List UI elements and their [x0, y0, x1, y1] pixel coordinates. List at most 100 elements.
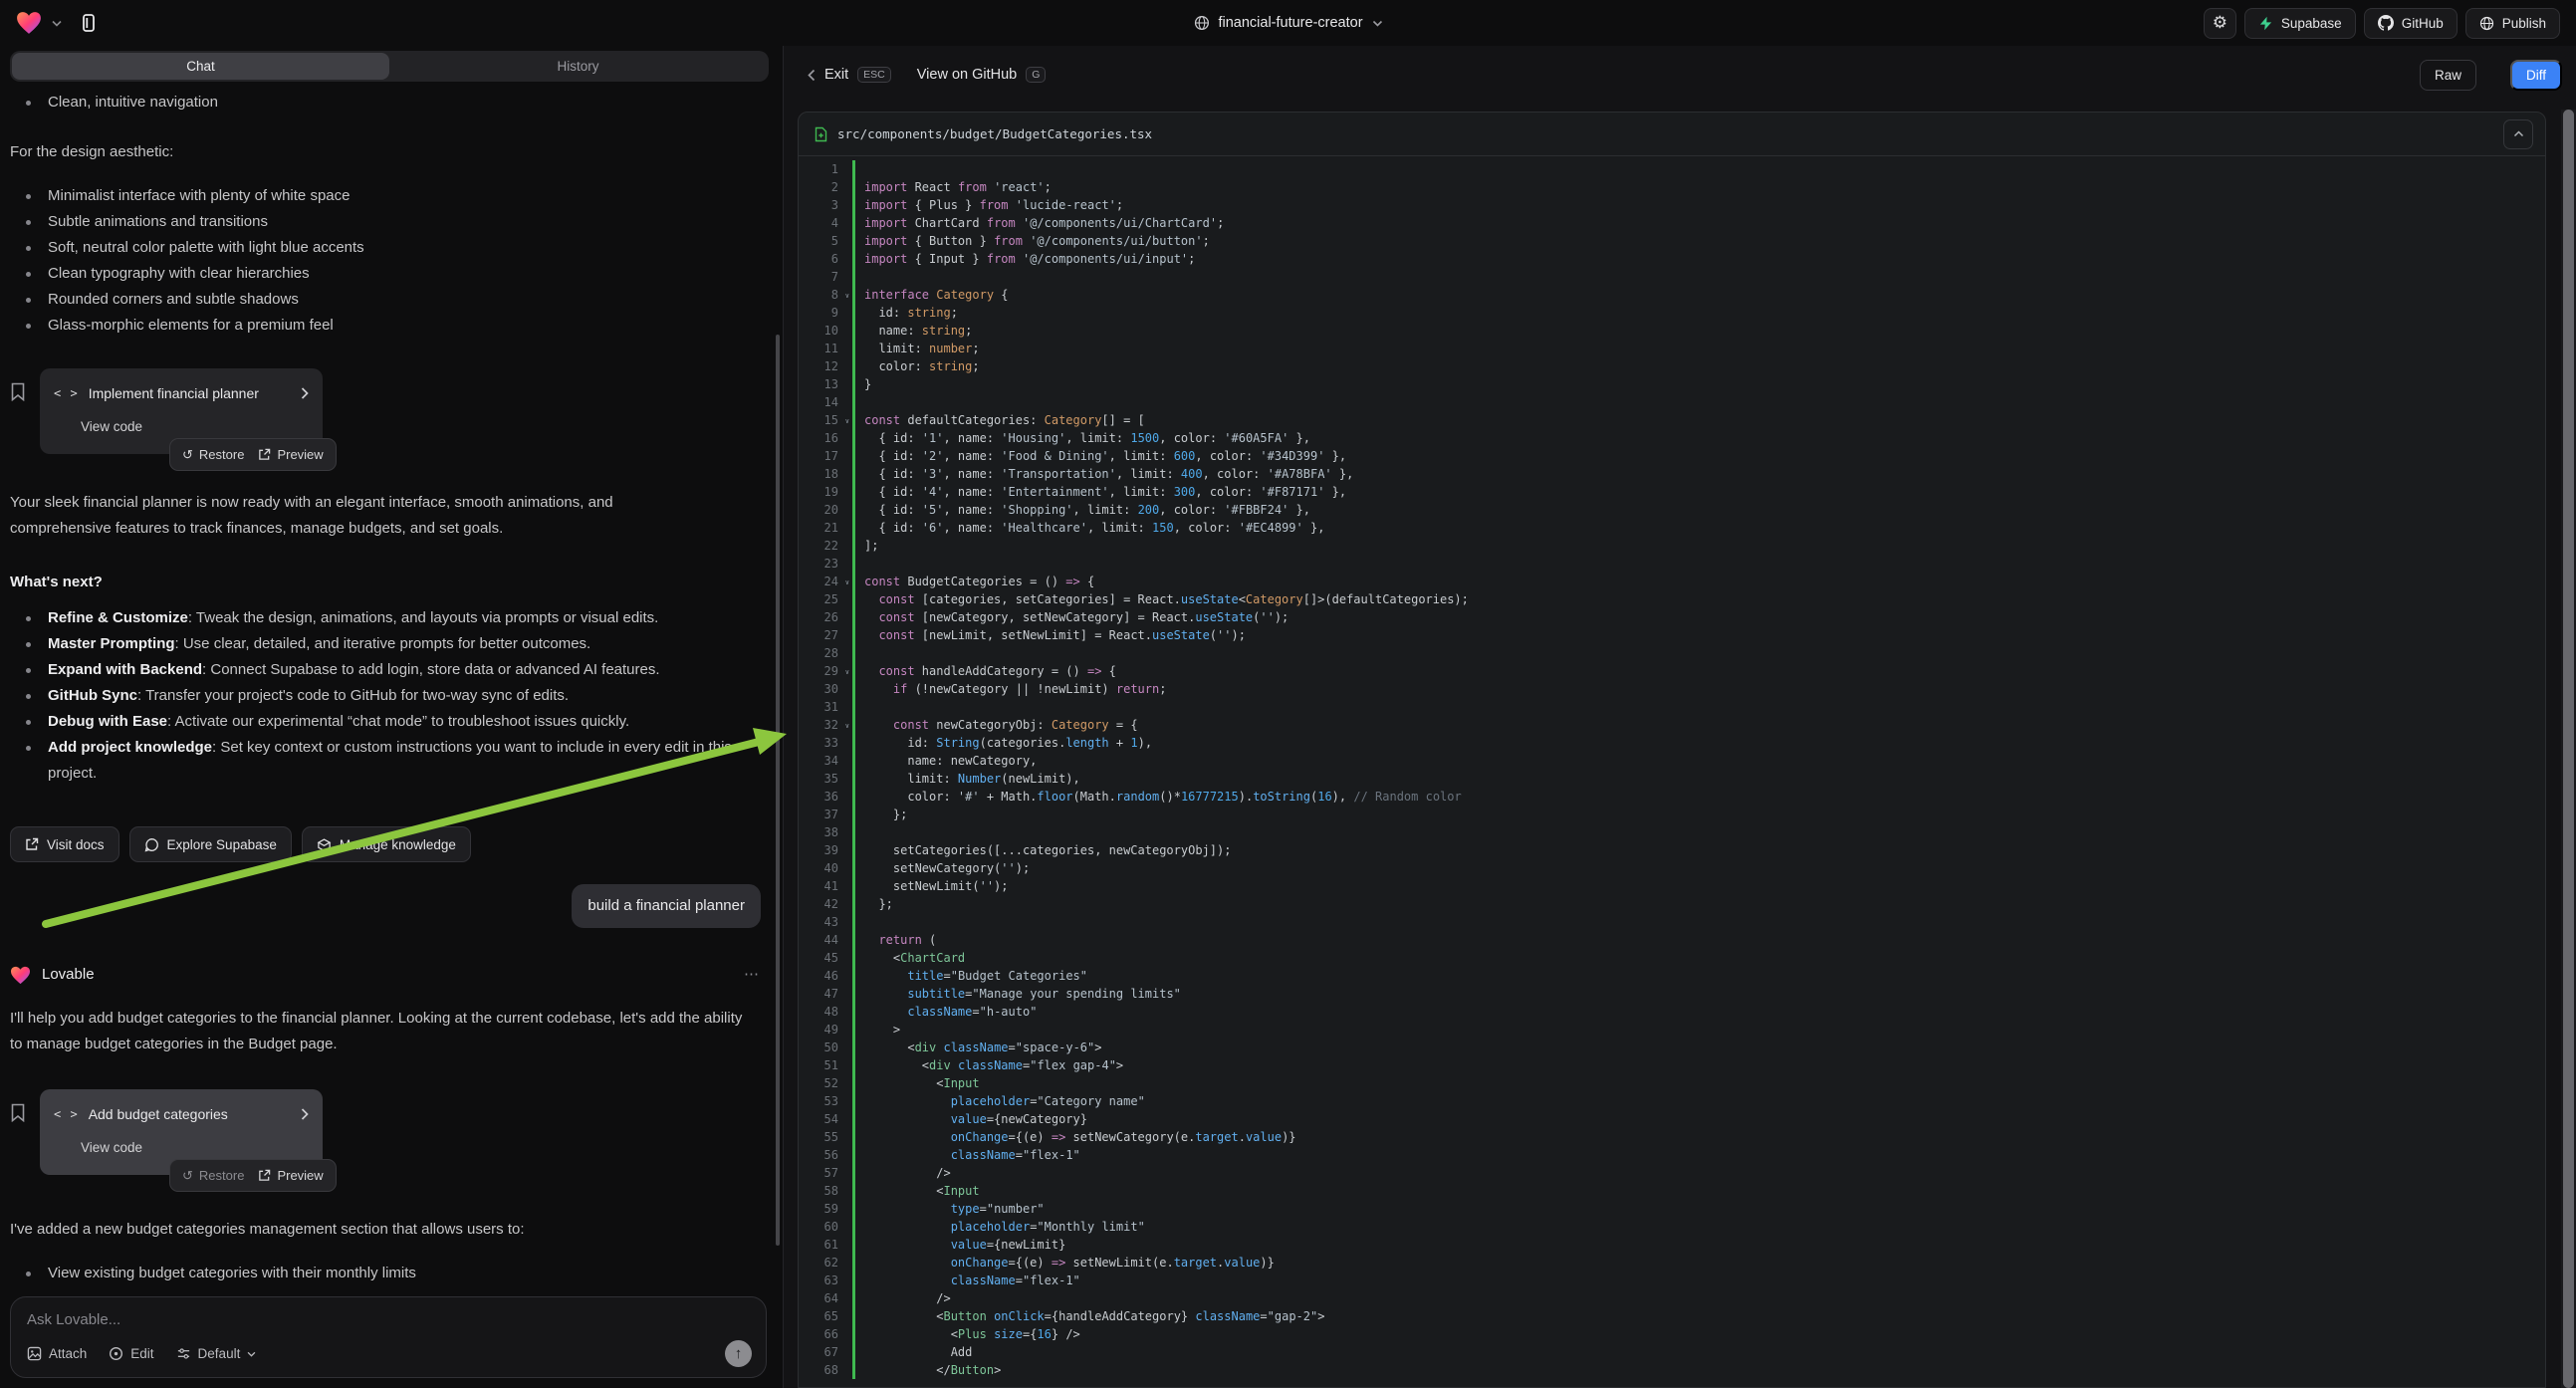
chat-panel: Chat History Clean, intuitive navigation… — [0, 46, 783, 1388]
manage-knowledge-button[interactable]: Manage knowledge — [302, 826, 471, 862]
code-line: 50 <div className="space-y-6"> — [799, 1039, 2545, 1056]
code-line: 20 { id: '5', name: 'Shopping', limit: 2… — [799, 501, 2545, 519]
project-chevron-down-icon — [1372, 20, 1383, 27]
diff-toggle-button[interactable]: Diff — [2510, 60, 2562, 91]
code-line: 33 id: String(categories.length + 1), — [799, 734, 2545, 752]
code-line: 7 — [799, 268, 2545, 286]
bookmark-icon[interactable] — [10, 382, 26, 401]
send-button[interactable]: ↑ — [725, 1340, 752, 1367]
code-line: 55 onChange={(e) => setNewCategory(e.tar… — [799, 1128, 2545, 1146]
assistant-header: Lovable ⋯ — [10, 962, 761, 988]
design-bullet: Rounded corners and subtle shadows — [10, 287, 761, 313]
code-line: 45 <ChartCard — [799, 949, 2545, 967]
preview-icon — [258, 448, 271, 461]
design-bullet: Soft, neutral color palette with light b… — [10, 235, 761, 261]
code-editor[interactable]: 12import React from 'react';3import { Pl… — [799, 156, 2545, 1379]
code-icon: < > — [54, 1101, 79, 1127]
github-button[interactable]: GitHub — [2364, 8, 2458, 39]
code-line: 18 { id: '3', name: 'Transportation', li… — [799, 465, 2545, 483]
code-line: 15∨const defaultCategories: Category[] =… — [799, 411, 2545, 429]
code-card-implement-financial-planner[interactable]: < > Implement financial planner View cod… — [40, 368, 323, 454]
code-line: 63 className="flex-1" — [799, 1272, 2545, 1289]
code-line: 40 setNewCategory(''); — [799, 859, 2545, 877]
view-code-link[interactable]: View code — [81, 414, 309, 440]
code-line: 32∨ const newCategoryObj: Category = { — [799, 716, 2545, 734]
image-icon — [27, 1346, 42, 1361]
code-line: 68 </Button> — [799, 1361, 2545, 1379]
code-line: 42 }; — [799, 895, 2545, 913]
file-path: src/components/budget/BudgetCategories.t… — [837, 126, 2493, 141]
code-line: 6import { Input } from '@/components/ui/… — [799, 250, 2545, 268]
code-icon: < > — [54, 380, 79, 406]
code-line: 17 { id: '2', name: 'Food & Dining', lim… — [799, 447, 2545, 465]
code-line: 61 value={newLimit} — [799, 1236, 2545, 1254]
code-line: 8∨interface Category { — [799, 286, 2545, 304]
code-line: 37 }; — [799, 806, 2545, 823]
code-line: 66 <Plus size={16} /> — [799, 1325, 2545, 1343]
explore-supabase-button[interactable]: Explore Supabase — [129, 826, 292, 862]
code-line: 51 <div className="flex gap-4"> — [799, 1056, 2545, 1074]
collapse-file-button[interactable] — [2503, 119, 2533, 149]
preview-button[interactable]: Preview — [258, 1163, 323, 1189]
chevron-right-icon — [301, 387, 309, 399]
publish-button[interactable]: Publish — [2465, 8, 2560, 39]
restore-icon: ↺ — [182, 442, 193, 468]
mode-select[interactable]: Default — [176, 1346, 257, 1361]
prompt-placeholder: Ask Lovable... — [27, 1311, 750, 1328]
prompt-input[interactable]: Ask Lovable... Attach Edit — [10, 1296, 767, 1378]
supabase-button[interactable]: Supabase — [2244, 8, 2356, 39]
code-line: 60 placeholder="Monthly limit" — [799, 1218, 2545, 1236]
code-card-add-budget-categories[interactable]: < > Add budget categories View code ↺ Re… — [40, 1089, 323, 1175]
code-line: 29∨ const handleAddCategory = () => { — [799, 662, 2545, 680]
external-link-icon — [25, 837, 39, 851]
message-more-options[interactable]: ⋯ — [744, 962, 761, 988]
code-line: 2import React from 'react'; — [799, 178, 2545, 196]
view-code-link[interactable]: View code — [81, 1135, 309, 1161]
design-bullet: Clean typography with clear hierarchies — [10, 261, 761, 287]
window-scrollbar[interactable] — [2561, 110, 2576, 1388]
view-on-github-link[interactable]: View on GitHub G — [917, 67, 1047, 84]
preview-button[interactable]: Preview — [258, 442, 323, 468]
target-icon — [109, 1346, 123, 1361]
whats-next-heading: What's next? — [10, 570, 761, 595]
code-line: 14 — [799, 393, 2545, 411]
logo-chevron-down-icon[interactable] — [52, 20, 62, 27]
code-line: 10 name: string; — [799, 322, 2545, 340]
chevron-left-icon — [808, 69, 816, 82]
code-line: 1 — [799, 160, 2545, 178]
settings-button[interactable]: ⚙︎ — [2204, 8, 2236, 39]
edit-button[interactable]: Edit — [109, 1346, 153, 1361]
raw-toggle-button[interactable]: Raw — [2420, 60, 2476, 91]
chat-scrollbar[interactable] — [776, 335, 780, 1246]
design-bullet: Subtle animations and transitions — [10, 209, 761, 235]
code-line: 39 setCategories([...categories, newCate… — [799, 841, 2545, 859]
visit-docs-button[interactable]: Visit docs — [10, 826, 119, 862]
code-line: 57 /> — [799, 1164, 2545, 1182]
code-line: 30 if (!newCategory || !newLimit) return… — [799, 680, 2545, 698]
design-bullet-list: Minimalist interface with plenty of whit… — [10, 183, 761, 339]
assistant-name: Lovable — [42, 962, 95, 988]
sidebar-toggle-icon[interactable] — [72, 6, 106, 40]
code-line: 12 color: string; — [799, 357, 2545, 375]
restore-button[interactable]: ↺ Restore — [182, 1163, 244, 1189]
code-line: 44 return ( — [799, 931, 2545, 949]
lovable-logo[interactable] — [16, 11, 42, 35]
file-header[interactable]: src/components/budget/BudgetCategories.t… — [799, 113, 2545, 156]
scrollbar-thumb[interactable] — [2563, 110, 2574, 1388]
code-line: 4import ChartCard from '@/components/ui/… — [799, 214, 2545, 232]
code-line: 62 onChange={(e) => setNewLimit(e.target… — [799, 1254, 2545, 1272]
project-title-menu[interactable]: financial-future-creator — [1193, 0, 1382, 46]
restore-button[interactable]: ↺ Restore — [182, 442, 244, 468]
tab-history[interactable]: History — [389, 53, 767, 80]
attach-button[interactable]: Attach — [27, 1346, 87, 1361]
list-item: Clean, intuitive navigation — [10, 90, 761, 116]
code-line: 28 — [799, 644, 2545, 662]
code-line: 59 type="number" — [799, 1200, 2545, 1218]
code-line: 56 className="flex-1" — [799, 1146, 2545, 1164]
exit-button[interactable]: Exit ESC — [808, 67, 891, 84]
code-viewer-panel: Exit ESC View on GitHub G Raw Diff src/c… — [783, 46, 2576, 1388]
code-viewer-header: Exit ESC View on GitHub G Raw Diff — [784, 46, 2576, 104]
tab-chat[interactable]: Chat — [12, 53, 389, 80]
code-line: 46 title="Budget Categories" — [799, 967, 2545, 985]
bookmark-icon[interactable] — [10, 1103, 26, 1122]
